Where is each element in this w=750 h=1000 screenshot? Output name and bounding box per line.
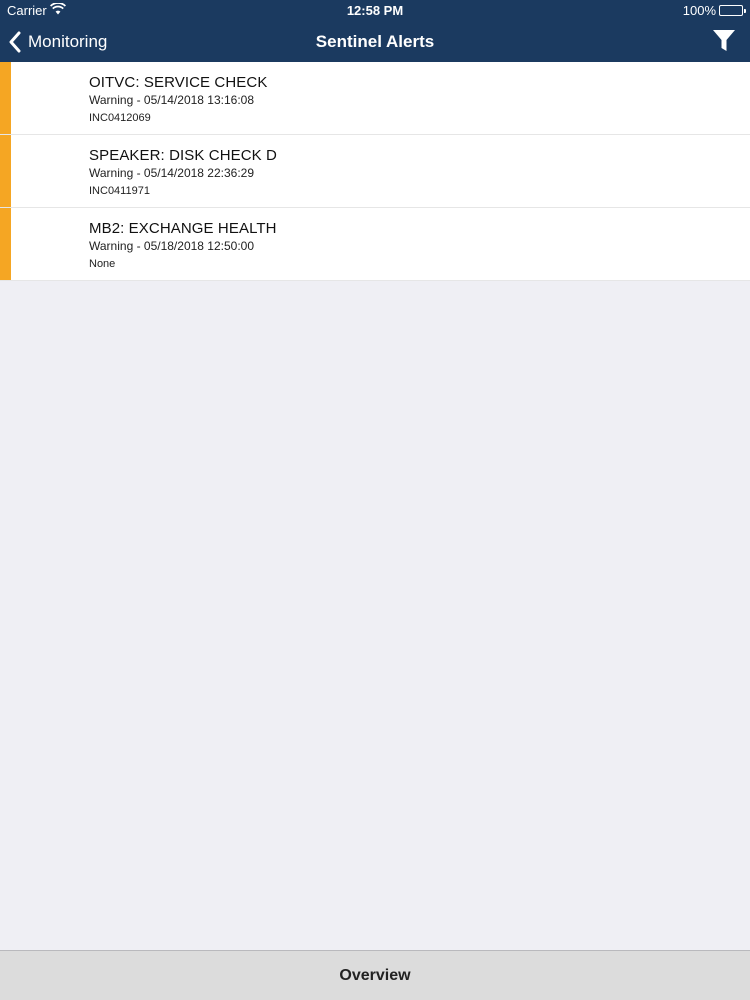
alert-meta: Warning - 05/18/2018 12:50:00 <box>89 239 255 253</box>
overview-tab[interactable]: Overview <box>339 967 410 985</box>
alert-name: MB2: EXCHANGE HEALTH <box>89 220 277 237</box>
warning-stripe <box>0 208 11 280</box>
alert-row[interactable]: SPEAKER: DISK CHECK D Warning - 05/14/20… <box>0 135 750 208</box>
alert-row[interactable]: OITVC: SERVICE CHECK Warning - 05/14/201… <box>0 62 750 135</box>
status-time: 12:58 PM <box>346 3 404 18</box>
alert-row[interactable]: MB2: EXCHANGE HEALTH Warning - 05/18/201… <box>0 208 750 281</box>
warning-stripe <box>0 62 11 134</box>
battery-percent: 100% <box>682 3 716 18</box>
nav-bar: Monitoring Sentinel Alerts <box>0 22 750 62</box>
alert-name: SPEAKER: DISK CHECK D <box>89 147 277 164</box>
battery-icon <box>719 5 746 16</box>
alert-incident: None <box>89 258 116 270</box>
bottom-tab-bar: Overview <box>0 950 750 1000</box>
status-bar: Carrier 12:58 PM 100% <box>0 0 750 22</box>
alert-meta: Warning - 05/14/2018 13:16:08 <box>89 93 255 107</box>
page-title: Sentinel Alerts <box>315 32 435 51</box>
alert-incident: INC0412069 <box>89 112 151 124</box>
navigation-header: Carrier 12:58 PM 100% Monitoring Sentine… <box>0 0 750 62</box>
warning-stripe <box>0 135 11 207</box>
alerts-list: OITVC: SERVICE CHECK Warning - 05/14/201… <box>0 62 750 281</box>
filter-icon[interactable] <box>712 28 736 54</box>
alert-incident: INC0411971 <box>89 185 150 197</box>
alert-meta: Warning - 05/14/2018 22:36:29 <box>89 166 255 180</box>
alert-name: OITVC: SERVICE CHECK <box>89 74 268 91</box>
